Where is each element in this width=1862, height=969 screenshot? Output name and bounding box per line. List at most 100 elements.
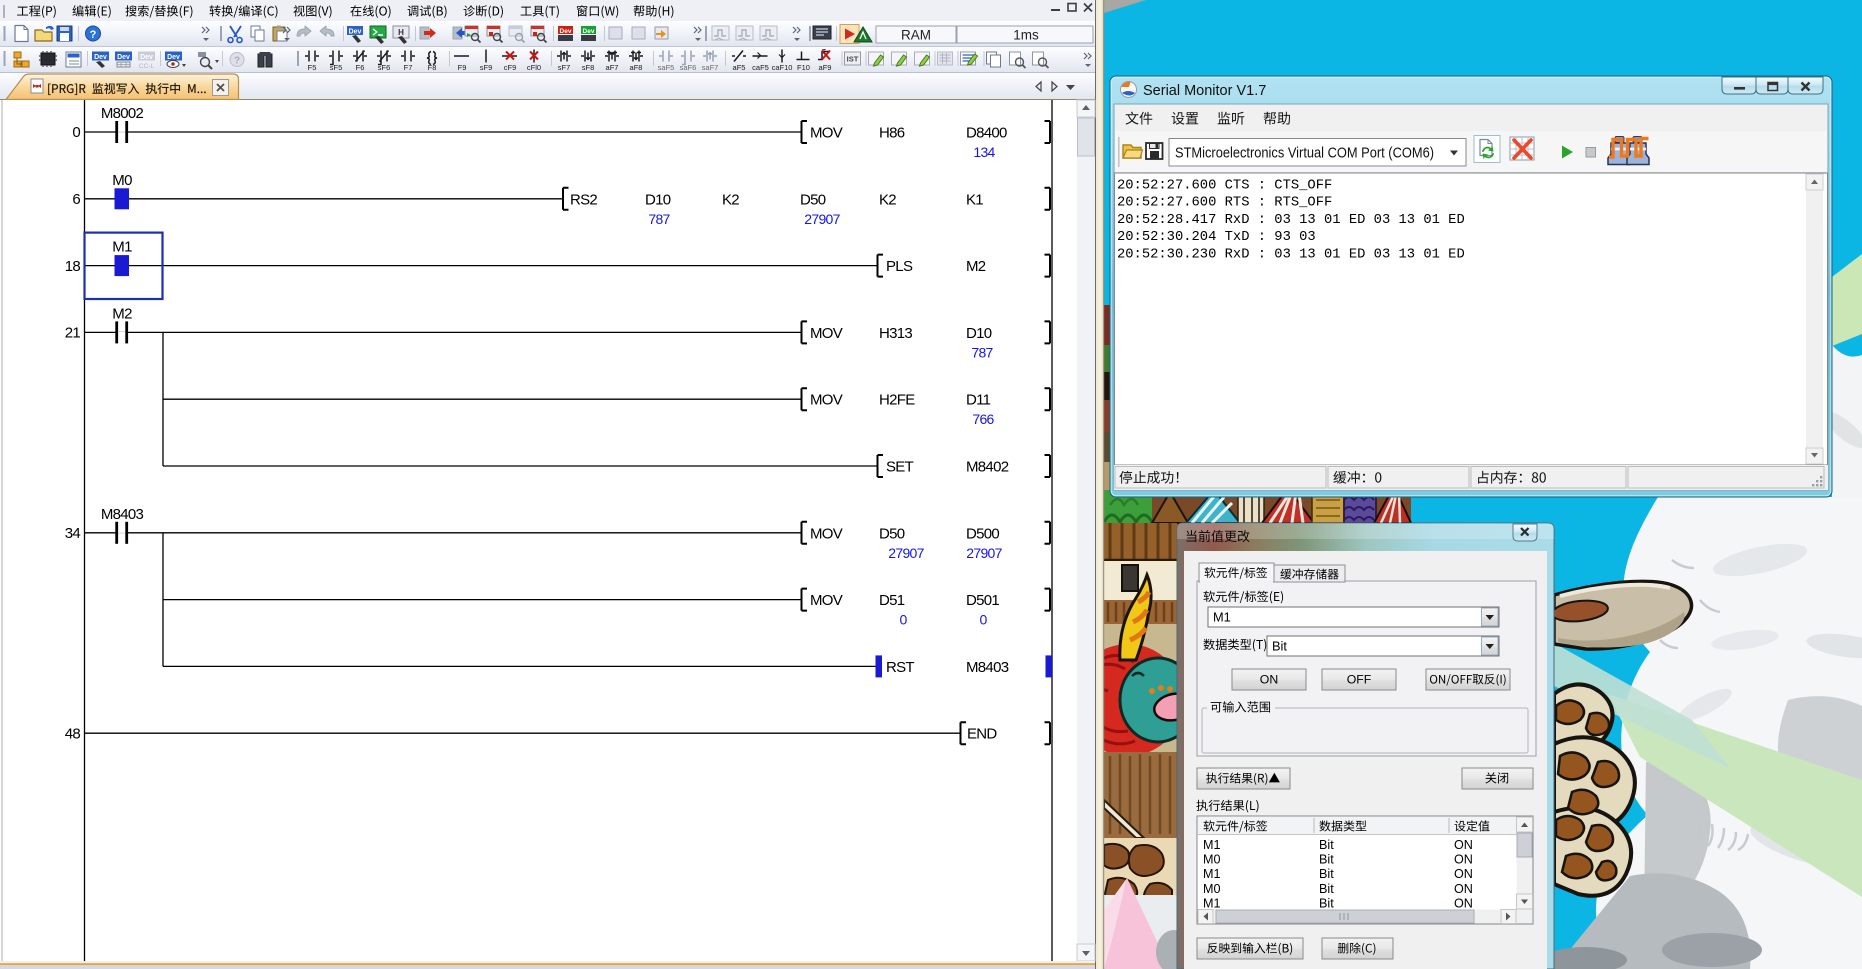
svg-text:M1: M1 [1213,610,1231,625]
svg-text:caF10: caF10 [772,63,793,72]
svg-text:M1: M1 [1203,867,1221,881]
svg-text:0: 0 [72,124,80,141]
svg-text:F7: F7 [404,63,413,72]
svg-text:ON: ON [1260,673,1278,687]
svg-text:ON: ON [1454,867,1473,881]
svg-text:CC-L: CC-L [139,63,155,70]
svg-text:cFl0: cFl0 [527,63,541,72]
svg-text:Bit: Bit [1319,867,1334,881]
svg-text:M0: M0 [1203,882,1221,896]
svg-text:Dev: Dev [583,28,595,35]
svg-text:caF5: caF5 [752,63,769,72]
svg-text:aF8: aF8 [630,63,643,72]
svg-text:sF6: sF6 [378,63,391,72]
svg-text:D10: D10 [966,325,992,342]
svg-text:Bit: Bit [1319,838,1334,852]
svg-text:D8400: D8400 [966,125,1007,142]
svg-text:D50: D50 [800,191,826,208]
svg-text:F6: F6 [356,63,365,72]
svg-text:134: 134 [973,144,995,160]
svg-text:34: 34 [65,525,81,542]
svg-text:M0: M0 [1203,853,1221,867]
svg-text:6: 6 [72,191,80,208]
svg-text:Dev: Dev [167,54,180,61]
svg-text:787: 787 [971,344,993,360]
svg-text:H2FE: H2FE [879,392,915,409]
svg-text:H313: H313 [879,325,912,342]
svg-text:MOV: MOV [810,525,843,542]
svg-text:48: 48 [65,725,81,742]
svg-text:sF5: sF5 [330,63,343,72]
svg-text:M2: M2 [966,258,986,275]
svg-text:D10: D10 [645,191,671,208]
svg-text:MOV: MOV [810,325,843,342]
svg-text:M1: M1 [1203,838,1221,852]
svg-text:RST: RST [886,659,914,676]
svg-text:F10: F10 [797,63,810,72]
svg-text:20:52:27.600 RTS : RTS_OFF: 20:52:27.600 RTS : RTS_OFF [1117,196,1332,211]
svg-text:MOV: MOV [810,592,843,609]
svg-text:F5: F5 [308,63,317,72]
svg-text:Bit: Bit [1319,896,1334,910]
svg-text:Dev: Dev [117,54,130,61]
svg-text:ON: ON [1454,896,1473,910]
svg-text:27907: 27907 [804,211,840,227]
svg-text:D501: D501 [966,592,999,609]
svg-text:787: 787 [648,211,670,227]
svg-text:RS2: RS2 [570,191,597,208]
svg-text:F9: F9 [458,63,467,72]
svg-text:Dev: Dev [94,54,107,61]
svg-text:D500: D500 [966,525,999,542]
svg-text:Dev: Dev [349,29,362,36]
svg-text:D11: D11 [966,392,991,409]
svg-text:saF5: saF5 [658,63,675,72]
svg-text:D50: D50 [879,525,905,542]
svg-text:RAM: RAM [901,28,931,43]
svg-text:Bit: Bit [1272,639,1287,654]
svg-text:27907: 27907 [888,545,924,561]
svg-text:M0: M0 [112,172,132,189]
svg-text:D51: D51 [879,592,905,609]
svg-text:20:52:30.230 RxD : 03 13 01 ED: 20:52:30.230 RxD : 03 13 01 ED 03 13 01 … [1117,247,1465,262]
svg-text:M2: M2 [112,305,132,322]
svg-text:K2: K2 [722,191,739,208]
svg-text:Dev: Dev [560,28,572,35]
svg-text:M8002: M8002 [101,105,144,122]
svg-text:sF9: sF9 [480,63,493,72]
svg-text:MOV: MOV [810,125,843,142]
svg-text:saF7: saF7 [702,63,719,72]
svg-text:Bit: Bit [1319,882,1334,896]
svg-text:aF7: aF7 [606,63,619,72]
svg-text:20:52:28.417 RxD : 03 13 01 ED: 20:52:28.417 RxD : 03 13 01 ED 03 13 01 … [1117,213,1465,228]
svg-text:27907: 27907 [966,545,1002,561]
svg-text:M1: M1 [1203,896,1221,910]
svg-text:0: 0 [979,612,987,628]
svg-text:END: END [967,726,997,743]
svg-text:M8402: M8402 [966,459,1009,476]
svg-text:M1: M1 [112,239,132,256]
svg-text:sF8: sF8 [582,63,595,72]
svg-text:T: T [822,49,827,56]
svg-text:M8403: M8403 [966,659,1009,676]
svg-text:?: ? [90,29,97,41]
svg-text:F8: F8 [428,63,437,72]
svg-text:1ms: 1ms [1013,28,1039,43]
svg-text:STMicroelectronics Virtual COM: STMicroelectronics Virtual COM Port (COM… [1175,146,1434,162]
svg-text:Bit: Bit [1319,853,1334,867]
svg-text:MOV: MOV [810,392,843,409]
svg-text:766: 766 [972,411,994,427]
svg-text:cF9: cF9 [504,63,517,72]
svg-text:20:52:30.204 TxD : 93 03: 20:52:30.204 TxD : 93 03 [1117,230,1316,245]
svg-text:ON: ON [1454,838,1473,852]
svg-text:OFF: OFF [1347,673,1372,687]
svg-text:PLS: PLS [886,258,913,275]
svg-text:H86: H86 [879,125,905,142]
svg-text:sF7: sF7 [558,63,571,72]
svg-text:aF9: aF9 [819,63,832,72]
svg-text:K1: K1 [966,191,983,208]
svg-text:Dev: Dev [140,54,153,61]
svg-text:0: 0 [899,612,907,628]
svg-text:IST: IST [847,55,859,64]
svg-text:21: 21 [65,325,81,342]
svg-text:18: 18 [65,258,81,275]
